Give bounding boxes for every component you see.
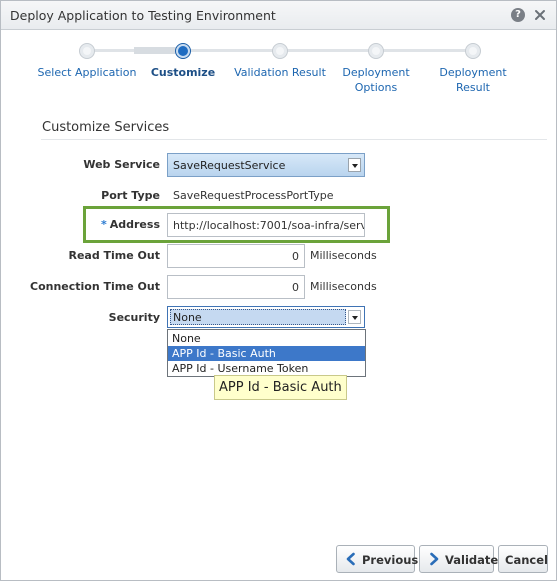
required-marker: * xyxy=(100,218,107,231)
connection-timeout-label: Connection Time Out xyxy=(30,280,160,293)
train-stop-deployment-options[interactable] xyxy=(368,43,384,59)
section-title: Customize Services xyxy=(42,120,170,135)
deploy-dialog: Deploy Application to Testing Environmen… xyxy=(0,0,557,581)
train-stop-validation-result[interactable] xyxy=(272,43,288,59)
dialog-title: Deploy Application to Testing Environmen… xyxy=(10,8,276,23)
security-label: Security xyxy=(108,311,160,324)
section-divider xyxy=(41,139,547,140)
close-icon[interactable] xyxy=(532,6,548,24)
dialog-titlebar: Deploy Application to Testing Environmen… xyxy=(1,1,556,30)
chevron-right-icon xyxy=(430,552,439,566)
read-timeout-unit: Milliseconds xyxy=(310,249,377,262)
train-label-deployment-result[interactable]: Deployment Result xyxy=(423,65,523,95)
address-label: Address xyxy=(109,218,160,231)
train-label-customize: Customize xyxy=(150,66,216,79)
train-stop-select-application[interactable] xyxy=(79,43,95,59)
address-input[interactable]: http://localhost:7001/soa-infra/services… xyxy=(167,213,365,237)
connection-timeout-unit: Milliseconds xyxy=(310,280,377,293)
validate-button[interactable]: Validate xyxy=(419,545,498,573)
chevron-left-icon xyxy=(346,552,355,566)
cancel-button[interactable]: Cancel xyxy=(498,545,548,573)
security-value: None xyxy=(170,309,346,325)
train-label-select-application[interactable]: Select Application xyxy=(37,65,137,80)
security-option-basic-auth[interactable]: APP Id - Basic Auth xyxy=(168,346,365,361)
security-select[interactable]: None xyxy=(167,306,365,328)
web-service-select[interactable]: SaveRequestService xyxy=(167,153,365,177)
train-stop-deployment-result[interactable] xyxy=(465,43,481,59)
address-label-group: * Address xyxy=(1,218,160,231)
cancel-button-label: Cancel xyxy=(505,553,548,567)
previous-button-label: Previous xyxy=(362,553,419,567)
web-service-value: SaveRequestService xyxy=(173,159,286,172)
chevron-down-icon[interactable] xyxy=(348,310,361,324)
chevron-down-icon[interactable] xyxy=(348,158,361,172)
train-active-segment xyxy=(134,47,180,54)
validate-button-label: Validate xyxy=(445,553,499,567)
train-label-validation-result[interactable]: Validation Result xyxy=(230,65,330,80)
previous-button[interactable]: Previous xyxy=(336,545,419,573)
port-type-label: Port Type xyxy=(101,189,160,202)
connection-timeout-input[interactable]: 0 xyxy=(167,275,305,299)
security-option-none[interactable]: None xyxy=(168,331,365,346)
web-service-label: Web Service xyxy=(83,158,160,171)
port-type-value: SaveRequestProcessPortType xyxy=(173,189,334,202)
tooltip: APP Id - Basic Auth xyxy=(214,375,347,400)
train-stop-customize xyxy=(175,43,191,59)
security-options-list: None APP Id - Basic Auth APP Id - Userna… xyxy=(167,329,366,377)
read-timeout-label: Read Time Out xyxy=(68,249,160,262)
help-icon[interactable]: ? xyxy=(511,8,525,22)
read-timeout-input[interactable]: 0 xyxy=(167,244,305,268)
security-option-username-token[interactable]: APP Id - Username Token xyxy=(168,361,365,376)
train-label-deployment-options[interactable]: Deployment Options xyxy=(326,65,426,95)
